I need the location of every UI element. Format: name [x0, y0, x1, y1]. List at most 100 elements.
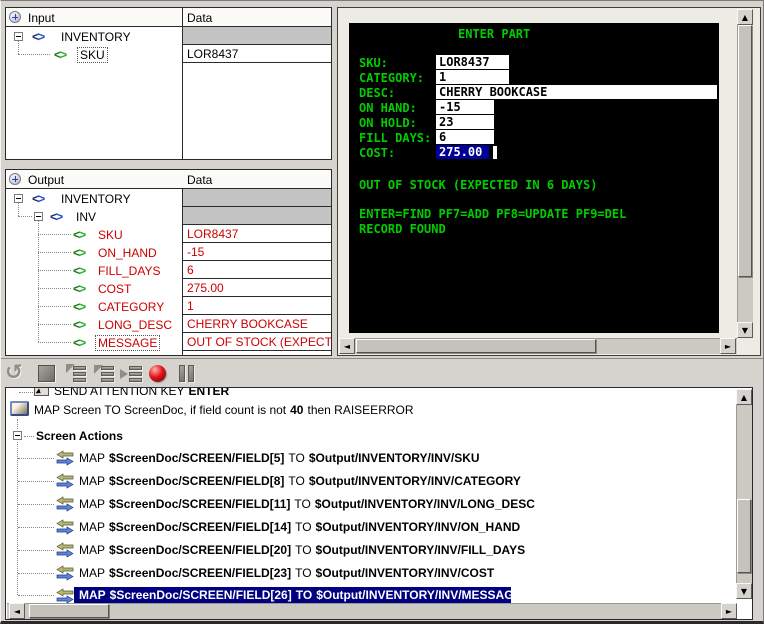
step-into-icon[interactable] — [93, 361, 117, 385]
scroll-left-icon[interactable]: ◄ — [9, 603, 25, 619]
output-tree-row-sku[interactable]: <> SKU — [6, 226, 182, 244]
output-tree-row-inv[interactable]: <> INV — [6, 208, 182, 226]
tree-node-label[interactable]: LONG_DESC — [98, 318, 172, 332]
expand-all-icon[interactable] — [9, 173, 21, 185]
output-data-cell[interactable]: -15 — [183, 243, 331, 261]
terminal-input-cost[interactable]: 275.00 — [436, 145, 489, 159]
terminal-input-on-hand[interactable]: -15 — [436, 100, 494, 114]
output-data-cell[interactable]: OUT OF STOCK (EXPECTED IN 6 DAYS) — [183, 333, 331, 351]
scroll-up-icon[interactable]: ▲ — [736, 389, 752, 405]
terminal-input-desc[interactable]: CHERRY BOOKCASE — [436, 85, 717, 99]
tree-node-label[interactable]: SKU — [98, 228, 123, 242]
input-data-cell[interactable] — [183, 27, 331, 45]
terminal-input-on-hold[interactable]: 23 — [436, 115, 494, 129]
arrow-glyph — [66, 364, 75, 373]
map-source: $ScreenDoc/SCREEN/FIELD[26] — [110, 588, 292, 602]
tree-line — [18, 527, 54, 528]
field-node-icon: <> — [54, 47, 65, 62]
app-window: Input Data <> INVENTORY <> SKU LOR8437 O… — [0, 0, 764, 624]
scroll-right-icon[interactable]: ► — [721, 603, 737, 619]
map-destination: $Output/INVENTORY/INV/FILL_DAYS — [316, 543, 526, 557]
output-data-cell[interactable]: 6 — [183, 261, 331, 279]
debug-toolbar: ↺ — [1, 358, 764, 386]
output-tree-row-inventory[interactable]: <> INVENTORY — [6, 190, 182, 208]
output-tree-row-on-hand[interactable]: <> ON_HAND — [6, 244, 182, 262]
terminal-screen[interactable]: ENTER PART SKU: CATEGORY: DESC: ON HAND:… — [349, 23, 719, 333]
output-data-cell[interactable]: 1 — [183, 297, 331, 315]
action-text: MAP Screen TO ScreenDoc, if field count … — [34, 403, 286, 417]
tree-node-label[interactable]: INV — [76, 210, 96, 224]
output-tree-row-category[interactable]: <> CATEGORY — [6, 298, 182, 316]
tree-line — [18, 504, 54, 505]
output-tree-row-message[interactable]: <> MESSAGE — [6, 334, 182, 352]
terminal-input-sku[interactable]: LOR8437 — [436, 55, 509, 69]
attention-key-icon — [34, 387, 49, 396]
terminal-field-label: ON HAND: — [359, 101, 417, 115]
terminal-record-status: RECORD FOUND — [359, 222, 446, 236]
output-data-cell[interactable] — [183, 207, 331, 225]
input-tree-row-sku[interactable]: <> SKU — [6, 46, 182, 64]
scroll-down-icon[interactable]: ▼ — [737, 322, 753, 338]
scroll-down-icon[interactable]: ▼ — [736, 583, 752, 599]
terminal-cursor — [493, 146, 497, 159]
field-node-icon: <> — [73, 299, 84, 314]
terminal-hscroll-thumb[interactable] — [356, 339, 596, 353]
field-count: 40 — [290, 403, 303, 417]
tree-node-label[interactable]: ON_HAND — [98, 246, 157, 260]
step-return-icon[interactable] — [120, 361, 144, 385]
output-data-cell[interactable]: 275.00 — [183, 279, 331, 297]
output-tree-row-cost[interactable]: <> COST — [6, 280, 182, 298]
map-source: $ScreenDoc/SCREEN/FIELD[5] — [109, 451, 284, 465]
tree-node-label[interactable]: SKU — [78, 48, 107, 62]
stop-icon[interactable] — [35, 361, 59, 385]
expand-all-icon[interactable] — [9, 11, 21, 23]
pause-icon[interactable] — [176, 361, 200, 385]
red-ball-glyph — [149, 365, 166, 382]
collapse-toggle-icon[interactable] — [14, 194, 23, 203]
arrow-glyph — [120, 369, 128, 379]
selected-map-action[interactable]: MAP$ScreenDoc/SCREEN/FIELD[26]TO$Output/… — [74, 587, 511, 603]
map-swap-icon — [56, 565, 74, 581]
terminal-input-fill-days[interactable]: 6 — [436, 130, 494, 144]
scroll-right-icon[interactable]: ► — [720, 338, 736, 354]
map-to: TO — [288, 474, 304, 488]
terminal-status-message: OUT OF STOCK (EXPECTED IN 6 DAYS) — [359, 178, 597, 192]
tree-node-label[interactable]: CATEGORY — [98, 300, 164, 314]
action-key: ENTER — [188, 387, 229, 398]
run-glyph: ↺ — [5, 360, 23, 384]
map-destination: $Output/INVENTORY/INV/CATEGORY — [309, 474, 521, 488]
tree-node-label[interactable]: COST — [98, 282, 131, 296]
run-icon[interactable]: ↺ — [5, 361, 29, 385]
output-data-cell[interactable]: CHERRY BOOKCASE — [183, 315, 331, 333]
scroll-up-icon[interactable]: ▲ — [737, 9, 753, 25]
tree-node-label[interactable]: INVENTORY — [61, 30, 131, 44]
tree-line — [18, 573, 54, 574]
tree-node-label[interactable]: FILL_DAYS — [98, 264, 160, 278]
terminal-input-category[interactable]: 1 — [436, 70, 509, 84]
stop-glyph — [38, 365, 55, 382]
map-destination: $Output/INVENTORY/INV/COST — [316, 566, 495, 580]
tree-node-label[interactable]: INVENTORY — [61, 192, 131, 206]
actions-hscroll-thumb[interactable] — [29, 604, 109, 618]
stack-bar — [129, 372, 142, 376]
actions-hscroll-track[interactable] — [7, 603, 737, 619]
output-tree-row-long-desc[interactable]: <> LONG_DESC — [6, 316, 182, 334]
terminal-title: ENTER PART — [458, 27, 530, 41]
terminal-vscroll-thumb[interactable] — [738, 25, 752, 277]
output-tree-row-fill-days[interactable]: <> FILL_DAYS — [6, 262, 182, 280]
output-data-cell[interactable]: LOR8437 — [183, 225, 331, 243]
scroll-left-icon[interactable]: ◄ — [339, 338, 355, 354]
input-data-cell[interactable]: LOR8437 — [183, 45, 331, 63]
collapse-toggle-icon[interactable] — [34, 212, 43, 221]
step-over-icon[interactable] — [65, 361, 89, 385]
breakpoint-icon[interactable] — [146, 361, 170, 385]
input-tree-row-inventory[interactable]: <> INVENTORY — [6, 28, 182, 46]
output-data-cell[interactable] — [183, 189, 331, 207]
tree-node-label[interactable]: MESSAGE — [96, 336, 159, 350]
collapse-toggle-icon[interactable] — [14, 32, 23, 41]
field-node-icon: <> — [73, 281, 84, 296]
tree-line — [18, 481, 54, 482]
actions-vscroll-thumb[interactable] — [737, 499, 751, 573]
input-panel-header: Input Data — [6, 8, 331, 27]
collapse-toggle-icon[interactable] — [13, 431, 22, 440]
